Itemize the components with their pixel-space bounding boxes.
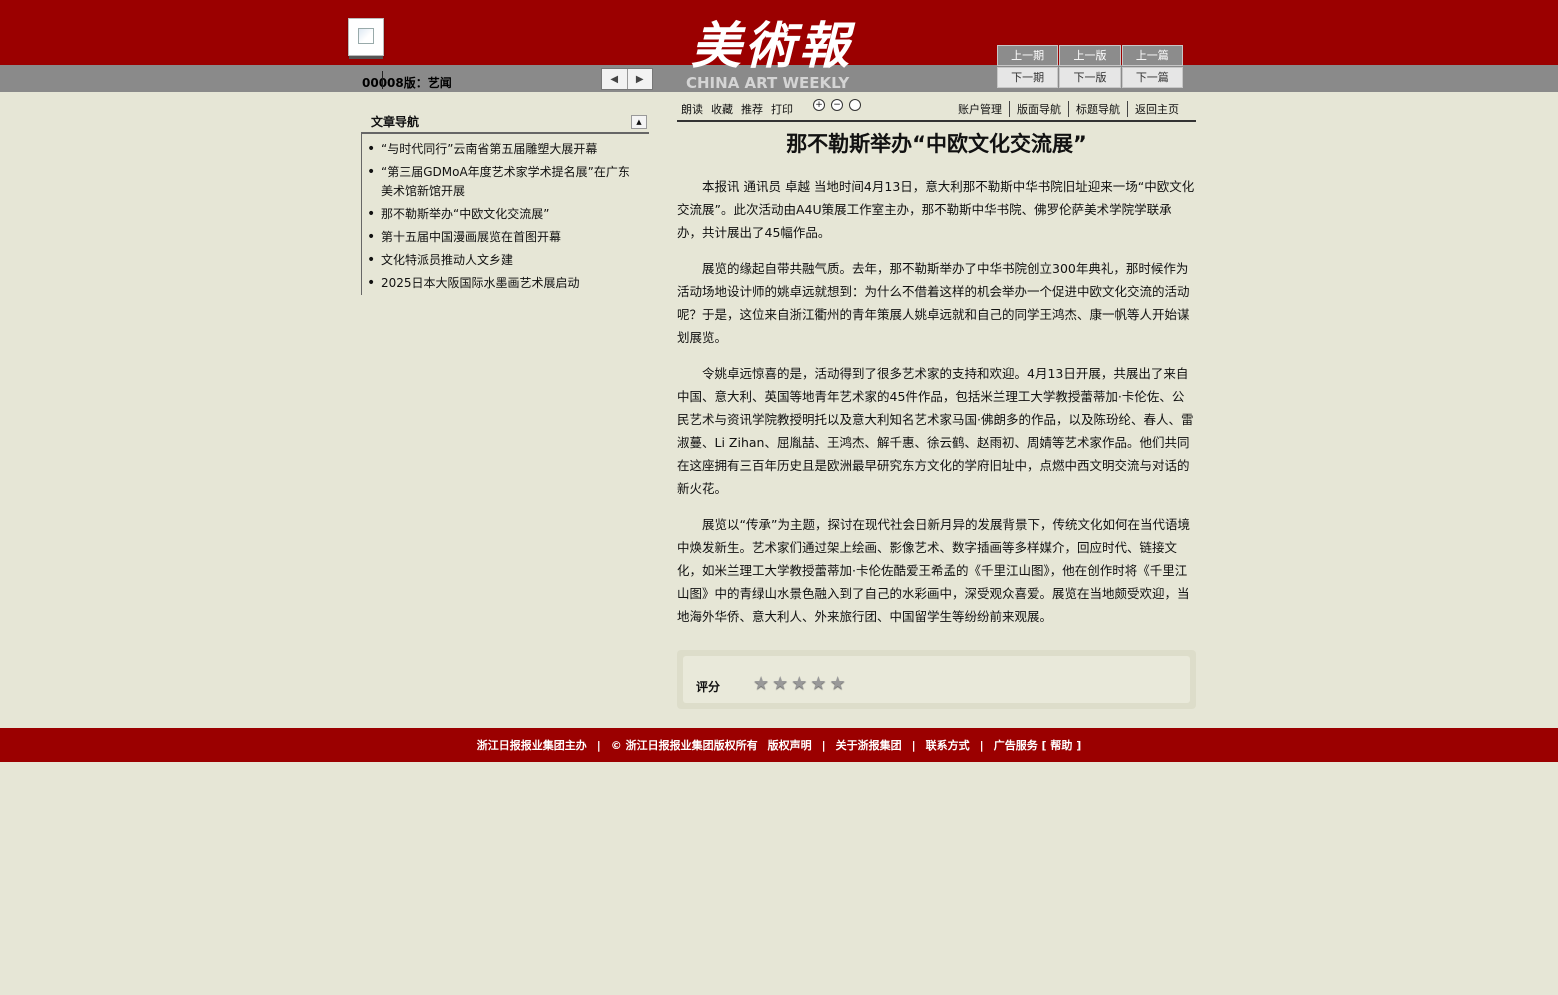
star-icon[interactable]: ★: [810, 673, 826, 694]
next-page-arrow-icon[interactable]: ▶: [628, 69, 653, 89]
zoom-in-icon[interactable]: +: [813, 99, 825, 111]
logo-chinese: 美術報: [691, 16, 853, 75]
prev-article-button[interactable]: 上一篇: [1121, 45, 1183, 66]
print-link[interactable]: 打印: [771, 101, 793, 117]
list-item[interactable]: “第三届GDMoA年度艺术家学术提名展”在广东美术馆新馆开展: [367, 161, 649, 203]
article-body: 本报讯 通讯员 卓越 当地时间4月13日，意大利那不勒斯中华书院旧址迎来一场“中…: [677, 175, 1196, 641]
home-link[interactable]: 返回主页: [1127, 101, 1186, 117]
footer-separator: |: [979, 738, 984, 752]
logo-english: CHINA ART WEEKLY: [686, 74, 850, 92]
prev-page-arrow-icon[interactable]: ◀: [602, 69, 628, 89]
rating-label: 评分: [696, 680, 721, 694]
account-link[interactable]: 账户管理: [951, 101, 1009, 117]
list-item[interactable]: 第十五届中国漫画展览在首图开幕: [367, 226, 649, 249]
edition-label: 00008版：艺闻: [362, 71, 452, 91]
page-thumbnail[interactable]: [348, 18, 384, 59]
page-nav-link[interactable]: 版面导航: [1009, 101, 1068, 117]
article-paragraph: 本报讯 通讯员 卓越 当地时间4月13日，意大利那不勒斯中华书院旧址迎来一场“中…: [677, 179, 1195, 240]
font-zoom-controls: + −: [813, 99, 861, 111]
footer-rights-link[interactable]: 版权声明: [768, 737, 812, 753]
article-list: “与时代同行”云南省第五届雕塑大展开幕 “第三届GDMoA年度艺术家学术提名展”…: [361, 134, 649, 295]
star-icon[interactable]: ★: [772, 673, 788, 694]
article-paragraph: 令姚卓远惊喜的是，活动得到了很多艺术家的支持和欢迎。4月13日开展，共展出了来自…: [677, 366, 1194, 496]
footer-ads-link[interactable]: 广告服务 [ 帮助 ]: [994, 737, 1082, 753]
star-icon[interactable]: ★: [791, 673, 807, 694]
list-item[interactable]: 2025日本大阪国际水墨画艺术展启动: [367, 272, 649, 295]
list-item[interactable]: 文化特派员推动人文乡建: [367, 249, 649, 272]
footer-separator: |: [821, 738, 826, 752]
title-nav-link[interactable]: 标题导航: [1068, 101, 1127, 117]
next-issue-button[interactable]: 下一期: [997, 67, 1059, 88]
article-title: 那不勒斯举办“中欧文化交流展”: [786, 132, 1087, 156]
broken-image-icon: [358, 28, 374, 44]
article-toolbar: 朗读 收藏 推荐 打印 + − 账户管理 版面导航 标题导航 返回主页: [677, 96, 1196, 122]
footer-separator: |: [911, 738, 916, 752]
rating-stars: ★ ★ ★ ★ ★: [753, 673, 846, 694]
issue-navigation: 上一期 上一版 上一篇 下一期 下一版 下一篇: [997, 45, 1183, 88]
footer-host: 浙江日报报业集团主办: [476, 739, 587, 752]
rating-panel: 评分 ★ ★ ★ ★ ★: [677, 650, 1196, 709]
article-navigation: 文章导航 ▲ “与时代同行”云南省第五届雕塑大展开幕 “第三届GDMoA年度艺术…: [361, 112, 649, 295]
site-footer: 浙江日报报业集团主办 | © 浙江日报报业集团版权所有 版权声明 | 关于浙报集…: [0, 728, 1558, 762]
sidebar-title: 文章导航: [371, 115, 420, 129]
list-item[interactable]: 那不勒斯举办“中欧文化交流展”: [367, 203, 649, 226]
prev-issue-button[interactable]: 上一期: [997, 45, 1059, 66]
next-article-button[interactable]: 下一篇: [1121, 67, 1183, 88]
star-icon[interactable]: ★: [753, 673, 769, 694]
footer-contact-link[interactable]: 联系方式: [926, 737, 970, 753]
footer-about-link[interactable]: 关于浙报集团: [836, 737, 902, 753]
article-paragraph: 展览以“传承”为主题，探讨在现代社会日新月异的发展背景下，传统文化如何在当代语境…: [677, 517, 1190, 624]
zoom-out-icon[interactable]: −: [831, 99, 843, 111]
article-paragraph: 展览的缘起自带共融气质。去年，那不勒斯举办了中华书院创立300年典礼，那时候作为…: [677, 261, 1190, 345]
site-logo[interactable]: 美術報 CHINA ART WEEKLY: [678, 0, 866, 92]
star-icon[interactable]: ★: [830, 673, 846, 694]
footer-separator: |: [596, 738, 601, 752]
recommend-link[interactable]: 推荐: [741, 101, 763, 117]
footer-copyright: © 浙江日报报业集团版权所有: [610, 739, 758, 752]
prev-page-button[interactable]: 上一版: [1059, 45, 1121, 66]
list-item[interactable]: “与时代同行”云南省第五届雕塑大展开幕: [367, 138, 649, 161]
favorite-link[interactable]: 收藏: [711, 101, 733, 117]
page-pager: ◀ ▶: [601, 68, 653, 90]
collapse-icon[interactable]: ▲: [631, 115, 647, 129]
zoom-reset-icon[interactable]: [849, 99, 861, 111]
read-aloud-link[interactable]: 朗读: [681, 101, 703, 117]
sidebar-header: 文章导航 ▲: [361, 112, 649, 134]
next-page-button[interactable]: 下一版: [1059, 67, 1121, 88]
